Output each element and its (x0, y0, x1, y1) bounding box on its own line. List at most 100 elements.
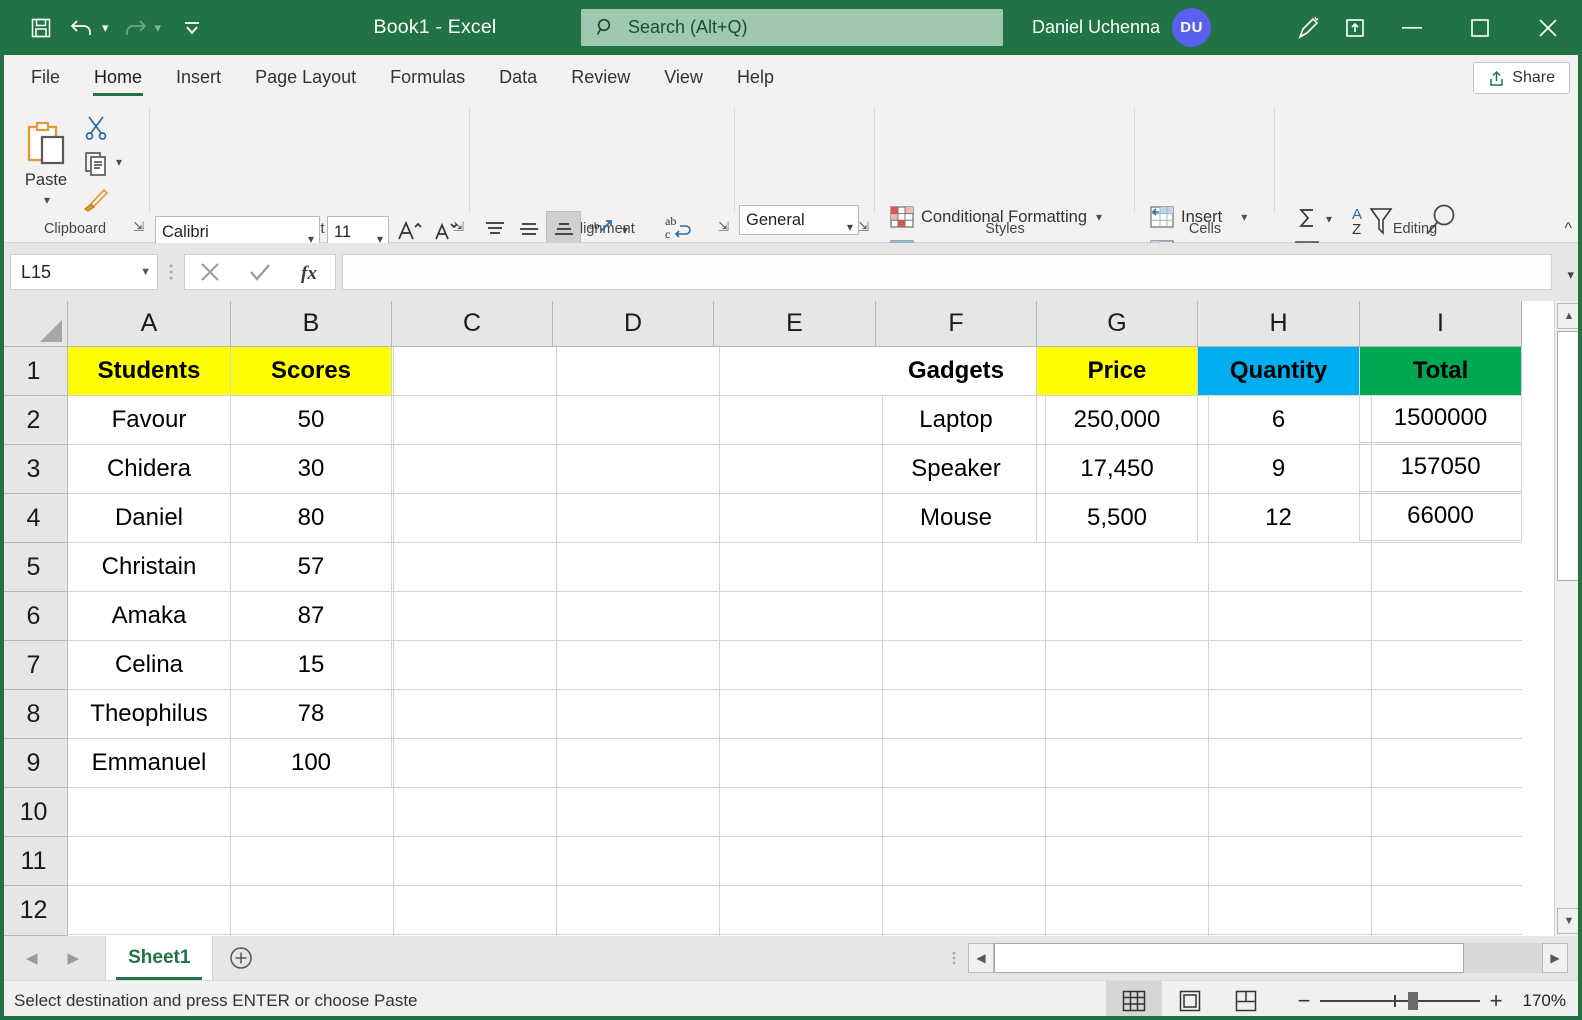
cell-B7[interactable]: 15 (231, 641, 392, 690)
name-box[interactable]: L15 ▼ (10, 254, 158, 290)
conditional-formatting-button[interactable]: Conditional Formatting ▾ (890, 206, 1102, 228)
tab-data[interactable]: Data (482, 55, 554, 99)
cell-B9[interactable]: 100 (231, 739, 392, 788)
cell-B1[interactable]: Scores (231, 347, 392, 396)
number-format-select[interactable]: General ▾ (739, 205, 859, 235)
sheet-tab-sheet1[interactable]: Sheet1 (105, 936, 213, 980)
column-header-F[interactable]: F (876, 301, 1037, 347)
cell-A2[interactable]: Favour (68, 396, 231, 445)
horizontal-scroll-track[interactable] (994, 943, 1542, 973)
column-header-C[interactable]: C (392, 301, 553, 347)
cell-B2[interactable]: 50 (231, 396, 392, 445)
row-header-8[interactable]: 8 (0, 690, 68, 739)
paste-dropdown-chevron-icon[interactable]: ▾ (44, 193, 50, 207)
row-header-10[interactable]: 10 (0, 788, 68, 837)
customize-quick-access-toolbar-icon[interactable] (169, 0, 215, 55)
horizontal-scroll-thumb[interactable] (994, 943, 1464, 973)
alignment-dialog-launcher[interactable]: ⇲ (718, 219, 729, 235)
zoom-in-button[interactable]: + (1480, 988, 1512, 1014)
cancel-icon[interactable] (185, 254, 235, 290)
cell-H4[interactable]: 12 (1198, 494, 1360, 543)
cell-H1[interactable]: Quantity (1198, 347, 1360, 396)
row-header-1[interactable]: 1 (0, 347, 68, 396)
maximize-button[interactable] (1446, 0, 1514, 55)
cell-F2[interactable]: Laptop (876, 396, 1037, 445)
undo-dropdown-chevron-icon[interactable]: ▾ (102, 20, 109, 36)
formula-input[interactable] (342, 254, 1552, 290)
conditional-formatting-chevron-icon[interactable]: ▾ (1096, 210, 1102, 224)
autosum-chevron-icon[interactable]: ▾ (1326, 212, 1332, 226)
insert-cells-chevron-icon[interactable]: ▾ (1241, 210, 1247, 224)
tab-help[interactable]: Help (720, 55, 791, 99)
expand-formula-bar-icon[interactable]: ▾ (1567, 267, 1574, 283)
page-break-preview-icon[interactable] (1218, 981, 1274, 1020)
zoom-out-button[interactable]: − (1288, 988, 1320, 1014)
cell-A1[interactable]: Students (68, 347, 231, 396)
insert-function-icon[interactable]: fx (285, 254, 335, 290)
paste-button[interactable]: Paste ▾ (14, 113, 78, 213)
copy-dropdown-chevron-icon[interactable]: ▾ (116, 155, 122, 169)
tab-page-layout[interactable]: Page Layout (238, 55, 373, 99)
row-header-7[interactable]: 7 (0, 641, 68, 690)
cell-G4[interactable]: 5,500 (1037, 494, 1198, 543)
zoom-level-label[interactable]: 170% (1512, 991, 1582, 1011)
worksheet-grid[interactable]: A B C D E F G H I 1 2 3 4 5 6 7 8 9 10 1… (0, 301, 1582, 936)
column-header-B[interactable]: B (231, 301, 392, 347)
cell-G2[interactable]: 250,000 (1037, 396, 1198, 445)
scroll-right-icon[interactable]: ▶ (1542, 943, 1568, 973)
cell-F3[interactable]: Speaker (876, 445, 1037, 494)
cut-button[interactable] (78, 111, 114, 145)
cell-G1[interactable]: Price (1037, 347, 1198, 396)
tab-file[interactable]: File (14, 55, 77, 99)
cell-A4[interactable]: Daniel (68, 494, 231, 543)
column-header-E[interactable]: E (714, 301, 876, 347)
cell-A3[interactable]: Chidera (68, 445, 231, 494)
orientation-dropdown-chevron-icon[interactable]: ▾ (622, 223, 628, 237)
next-sheet-icon[interactable]: ▶ (68, 949, 80, 967)
cell-F4[interactable]: Mouse (876, 494, 1037, 543)
select-all-corner[interactable] (0, 301, 68, 347)
cell-B3[interactable]: 30 (231, 445, 392, 494)
row-header-3[interactable]: 3 (0, 445, 68, 494)
zoom-slider-thumb[interactable] (1408, 992, 1418, 1010)
cell-I3[interactable]: 157050 (1360, 443, 1522, 492)
cell-A9[interactable]: Emmanuel (68, 739, 231, 788)
autosum-button[interactable] (1290, 203, 1324, 233)
cell-H3[interactable]: 9 (1198, 445, 1360, 494)
align-middle-button[interactable] (512, 212, 546, 246)
cell-I4[interactable]: 66000 (1360, 492, 1522, 541)
ribbon-display-options-icon[interactable] (1332, 0, 1378, 55)
cell-A8[interactable]: Theophilus (68, 690, 231, 739)
search-box[interactable]: Search (Alt+Q) (581, 9, 1003, 46)
column-header-D[interactable]: D (553, 301, 714, 347)
save-icon[interactable] (18, 0, 64, 55)
account-area[interactable]: Daniel Uchenna DU (1032, 0, 1211, 55)
insert-cells-button[interactable]: Insert ▾ (1150, 206, 1247, 228)
pen-icon[interactable] (1286, 0, 1332, 55)
row-header-5[interactable]: 5 (0, 543, 68, 592)
clipboard-dialog-launcher[interactable]: ⇲ (133, 219, 144, 235)
tab-formulas[interactable]: Formulas (373, 55, 482, 99)
column-header-A[interactable]: A (68, 301, 231, 347)
cell-B4[interactable]: 80 (231, 494, 392, 543)
page-layout-view-icon[interactable] (1162, 981, 1218, 1020)
cell-F1[interactable]: Gadgets (876, 347, 1037, 396)
align-bottom-button[interactable] (546, 211, 581, 247)
redo-icon[interactable] (117, 0, 153, 55)
row-header-9[interactable]: 9 (0, 739, 68, 788)
previous-sheet-icon[interactable]: ◀ (26, 949, 38, 967)
cell-I1[interactable]: Total (1360, 347, 1522, 396)
orientation-button[interactable]: ab (583, 212, 619, 246)
cell-B6[interactable]: 87 (231, 592, 392, 641)
cell-I2[interactable]: 1500000 (1360, 394, 1522, 443)
cell-B8[interactable]: 78 (231, 690, 392, 739)
tab-home[interactable]: Home (77, 55, 159, 99)
avatar[interactable]: DU (1172, 8, 1211, 47)
row-header-6[interactable]: 6 (0, 592, 68, 641)
cell-G3[interactable]: 17,450 (1037, 445, 1198, 494)
horizontal-scrollbar[interactable]: ◀ ▶ (968, 943, 1568, 973)
name-box-chevron-icon[interactable]: ▼ (140, 266, 151, 278)
column-header-H[interactable]: H (1198, 301, 1360, 347)
cell-A7[interactable]: Celina (68, 641, 231, 690)
number-dialog-launcher[interactable]: ⇲ (858, 219, 869, 235)
